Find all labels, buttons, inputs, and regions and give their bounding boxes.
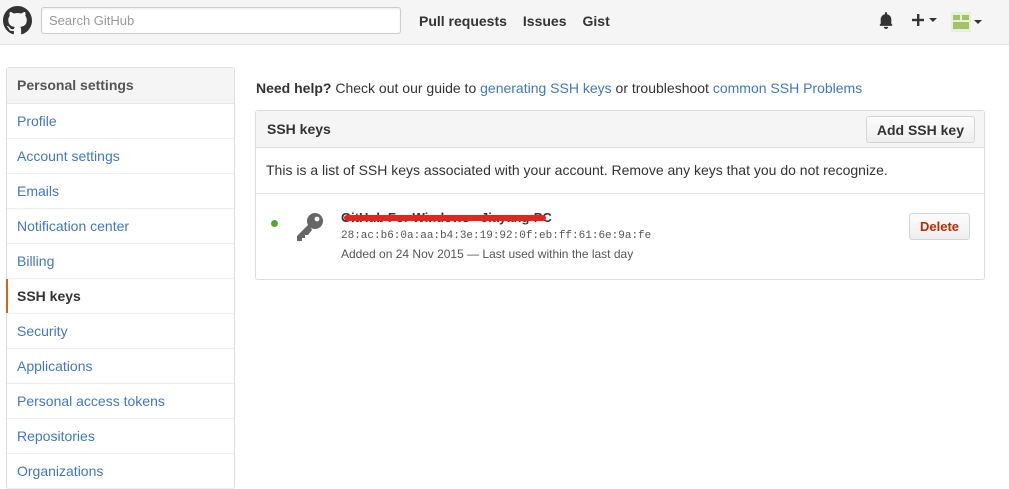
- sidebar-item-profile[interactable]: Profile: [7, 104, 234, 139]
- help-lead: Need help?: [256, 80, 332, 96]
- key-active-indicator: [271, 220, 278, 227]
- bell-icon[interactable]: [878, 12, 894, 29]
- nav-pull-requests[interactable]: Pull requests: [419, 13, 507, 29]
- sidebar-item-notification-center[interactable]: Notification center: [7, 209, 234, 244]
- plus-icon: [912, 14, 924, 26]
- common-ssh-problems-link[interactable]: common SSH Problems: [713, 80, 862, 96]
- ssh-keys-title: SSH keys: [267, 121, 331, 137]
- avatar-icon: [951, 12, 971, 32]
- sidebar-item-emails[interactable]: Emails: [7, 174, 234, 209]
- user-menu[interactable]: [951, 12, 987, 32]
- top-nav: Pull requests Issues Gist: [419, 13, 610, 29]
- help-text: Need help? Check out our guide to genera…: [256, 80, 862, 96]
- sidebar-item-personal-access-tokens[interactable]: Personal access tokens: [7, 384, 234, 419]
- help-text-part: Check out our guide to: [331, 80, 481, 96]
- ssh-keys-description: This is a list of SSH keys associated wi…: [256, 148, 984, 194]
- sidebar-item-billing[interactable]: Billing: [7, 244, 234, 279]
- github-octocat-icon[interactable]: [3, 6, 32, 35]
- sidebar-item-organizations[interactable]: Organizations: [7, 454, 234, 489]
- ssh-keys-header: SSH keys Add SSH key: [256, 111, 984, 148]
- nav-gist[interactable]: Gist: [583, 13, 610, 29]
- chevron-down-icon: [929, 18, 937, 22]
- add-ssh-key-button[interactable]: Add SSH key: [865, 116, 975, 143]
- generating-ssh-keys-link[interactable]: generating SSH keys: [480, 80, 612, 96]
- ssh-key-row: GitHub For Windows - Jiayang-PC 28:ac:b6…: [256, 194, 984, 279]
- help-text-part: or troubleshoot: [611, 80, 713, 96]
- settings-sidebar: Personal settings Profile Account settin…: [6, 67, 235, 489]
- ssh-key-added-info: Added on 24 Nov 2015 — Last used within …: [341, 247, 634, 261]
- delete-ssh-key-button[interactable]: Delete: [909, 213, 971, 240]
- sidebar-item-account-settings[interactable]: Account settings: [7, 139, 234, 174]
- ssh-keys-panel: SSH keys Add SSH key This is a list of S…: [255, 110, 985, 280]
- ssh-key-fingerprint: 28:ac:b6:0a:aa:b4:3e:19:92:0f:eb:ff:61:6…: [341, 230, 652, 242]
- sidebar-item-ssh-keys[interactable]: SSH keys: [6, 279, 234, 314]
- sidebar-item-applications[interactable]: Applications: [7, 349, 234, 384]
- search-box: [41, 7, 401, 34]
- sidebar-title: Personal settings: [7, 68, 234, 104]
- site-header: Pull requests Issues Gist: [0, 0, 1009, 45]
- chevron-down-icon: [974, 20, 982, 24]
- key-icon: [297, 213, 323, 241]
- search-input[interactable]: [42, 8, 400, 33]
- sidebar-item-repositories[interactable]: Repositories: [7, 419, 234, 454]
- nav-issues[interactable]: Issues: [523, 13, 567, 29]
- create-new-dropdown[interactable]: [910, 10, 938, 30]
- redaction-mark: [344, 215, 546, 221]
- sidebar-item-security[interactable]: Security: [7, 314, 234, 349]
